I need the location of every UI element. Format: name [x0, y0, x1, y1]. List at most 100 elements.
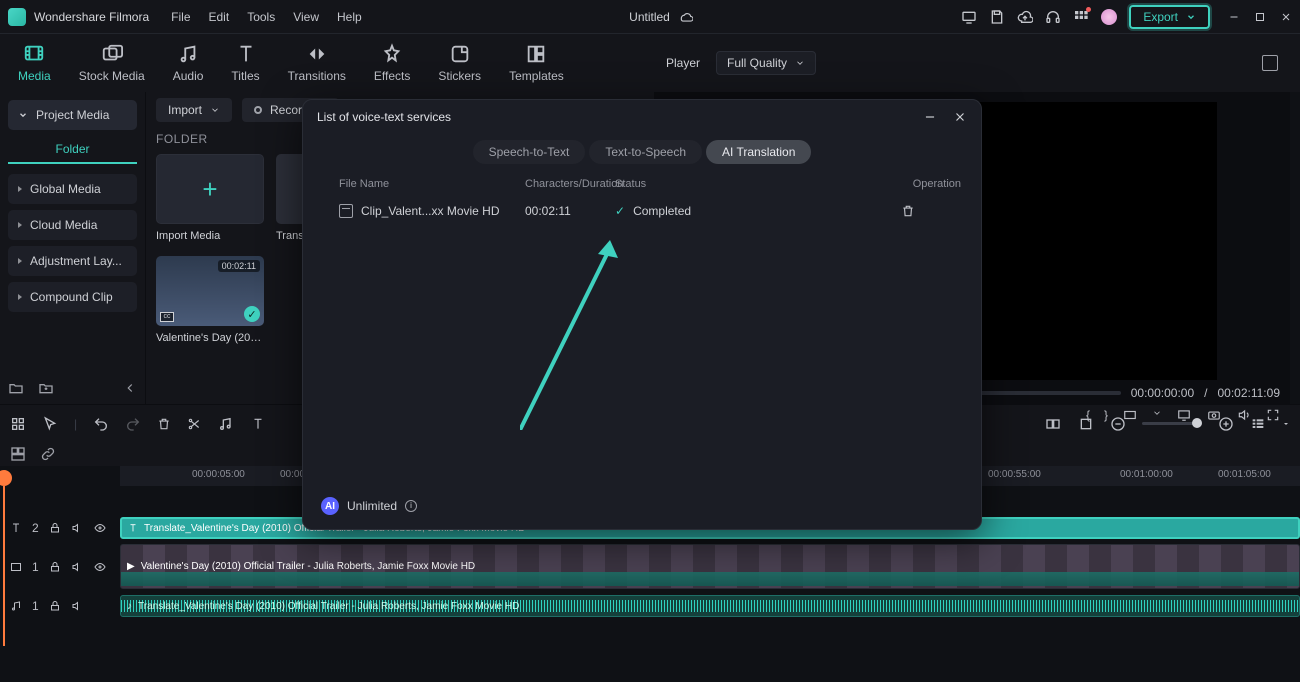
snapshot-settings-icon[interactable]	[1262, 55, 1278, 71]
track-index: 1	[32, 560, 39, 574]
window-maximize-icon[interactable]	[1254, 11, 1266, 23]
screen-icon[interactable]	[961, 9, 977, 25]
stickers-icon	[449, 43, 471, 65]
tab-tts[interactable]: Text-to-Speech	[589, 140, 702, 164]
collapse-sidebar-icon[interactable]	[123, 381, 137, 395]
text-clip-icon	[128, 523, 138, 533]
new-folder-icon[interactable]	[8, 380, 24, 396]
import-dropdown[interactable]: Import	[156, 98, 232, 122]
folder-tab[interactable]: Folder	[8, 136, 137, 164]
track-mute-icon[interactable]	[71, 522, 83, 534]
link-icon[interactable]	[40, 446, 56, 462]
track-mute-icon[interactable]	[71, 600, 83, 612]
tab-media[interactable]: Media	[18, 43, 51, 83]
pointer-icon[interactable]	[42, 416, 58, 432]
time-total: 00:02:11:09	[1217, 386, 1280, 400]
modal-title: List of voice-text services	[317, 110, 451, 124]
menu-view[interactable]: View	[293, 10, 319, 24]
split-icon[interactable]	[187, 416, 201, 432]
playhead-handle-icon[interactable]	[0, 470, 12, 486]
tab-stt[interactable]: Speech-to-Text	[473, 140, 586, 164]
track-eye-icon[interactable]	[93, 522, 107, 534]
col-status: Status	[615, 178, 901, 190]
menu-tools[interactable]: Tools	[247, 10, 275, 24]
track-lock-icon[interactable]	[49, 600, 61, 612]
headphones-icon[interactable]	[1045, 9, 1061, 25]
track-video: 1 ▶ Valentine's Day (2010) Official Trai…	[0, 542, 1300, 592]
track-mute-icon[interactable]	[71, 561, 83, 573]
audio-clip-icon: ♪	[127, 601, 132, 612]
mark-out-icon[interactable]: }	[1104, 408, 1108, 422]
tab-templates[interactable]: Templates	[509, 43, 564, 83]
modal-minimize-icon[interactable]	[923, 110, 937, 124]
zoom-slider[interactable]	[1142, 422, 1202, 425]
track-grid-icon[interactable]	[10, 446, 26, 462]
window-close-icon[interactable]	[1280, 11, 1292, 23]
mark-in-icon[interactable]: {	[1086, 408, 1090, 422]
menu-file[interactable]: File	[171, 10, 190, 24]
tab-titles[interactable]: Titles	[231, 43, 259, 83]
chevron-down-icon	[795, 58, 805, 68]
delete-row-icon[interactable]	[901, 204, 961, 218]
chevron-down-icon	[210, 105, 220, 115]
modal-close-icon[interactable]	[953, 110, 967, 124]
display-icon[interactable]	[1176, 408, 1192, 422]
new-bin-icon[interactable]	[38, 380, 54, 396]
ratio-icon[interactable]	[1122, 408, 1138, 422]
track-index: 1	[32, 599, 39, 613]
import-media-label: Import Media	[156, 230, 264, 242]
sidebar-project-media[interactable]: Project Media	[8, 100, 137, 130]
magnet-icon[interactable]	[10, 416, 26, 432]
caret-right-icon	[18, 186, 22, 192]
track-type-audio-icon	[10, 600, 22, 612]
tab-effects[interactable]: Effects	[374, 43, 410, 83]
export-label: Export	[1143, 10, 1178, 24]
chevron-down-icon[interactable]	[1152, 408, 1162, 418]
tab-stock-media[interactable]: Stock Media	[79, 43, 145, 83]
video-clip[interactable]: ▶ Valentine's Day (2010) Official Traile…	[120, 544, 1300, 589]
audio-icon	[177, 43, 199, 65]
apps-grid-icon[interactable]	[1073, 9, 1089, 25]
media-clip-tile[interactable]: 00:02:11 cc ✓	[156, 256, 264, 326]
save-icon[interactable]	[989, 9, 1005, 25]
tab-ai-translation[interactable]: AI Translation	[706, 140, 811, 164]
avatar[interactable]	[1101, 9, 1117, 25]
camera-icon[interactable]	[1206, 408, 1222, 422]
caret-right-icon	[18, 294, 22, 300]
sidebar-cloud-media[interactable]: Cloud Media	[8, 210, 137, 240]
menu-edit[interactable]: Edit	[209, 10, 230, 24]
menu-help[interactable]: Help	[337, 10, 362, 24]
video-clip-name: Valentine's Day (2010) Official Trailer …	[141, 561, 475, 572]
delete-icon[interactable]	[157, 416, 171, 432]
chevron-down-icon[interactable]	[1282, 420, 1290, 428]
fullscreen-icon[interactable]	[1266, 408, 1280, 422]
modal-row: Clip_Valent...xx Movie HD 00:02:11 ✓ Com…	[303, 196, 981, 226]
info-icon[interactable]: i	[405, 500, 417, 512]
track-lock-icon[interactable]	[49, 522, 61, 534]
modal-column-headers: File Name Characters/Duration Status Ope…	[303, 164, 981, 196]
cloud-upload-icon[interactable]	[1017, 9, 1033, 25]
sidebar-adjustment-layer[interactable]: Adjustment Lay...	[8, 246, 137, 276]
tab-audio[interactable]: Audio	[173, 43, 204, 83]
import-media-tile[interactable]: +	[156, 154, 264, 224]
volume-icon[interactable]	[1236, 408, 1252, 422]
row-status: Completed	[633, 204, 691, 218]
sidebar-global-media[interactable]: Global Media	[8, 174, 137, 204]
track-eye-icon[interactable]	[93, 561, 107, 573]
track-lock-icon[interactable]	[49, 561, 61, 573]
sidebar-compound-clip[interactable]: Compound Clip	[8, 282, 137, 312]
effects-icon	[381, 43, 403, 65]
undo-icon[interactable]	[93, 416, 109, 432]
tab-transitions[interactable]: Transitions	[288, 43, 346, 83]
window-minimize-icon[interactable]	[1228, 11, 1240, 23]
track-index: 2	[32, 521, 39, 535]
audio-beat-icon[interactable]	[217, 416, 235, 432]
export-button[interactable]: Export	[1129, 5, 1210, 29]
quality-select[interactable]: Full Quality	[716, 51, 816, 75]
video-clip-icon: ▶	[127, 561, 135, 572]
audio-clip[interactable]: ♪ Translate_Valentine's Day (2010) Offic…	[120, 595, 1300, 617]
cloud-sync-icon[interactable]	[678, 9, 694, 25]
redo-icon[interactable]	[125, 416, 141, 432]
tab-stickers[interactable]: Stickers	[438, 43, 481, 83]
text-icon[interactable]	[251, 416, 265, 432]
